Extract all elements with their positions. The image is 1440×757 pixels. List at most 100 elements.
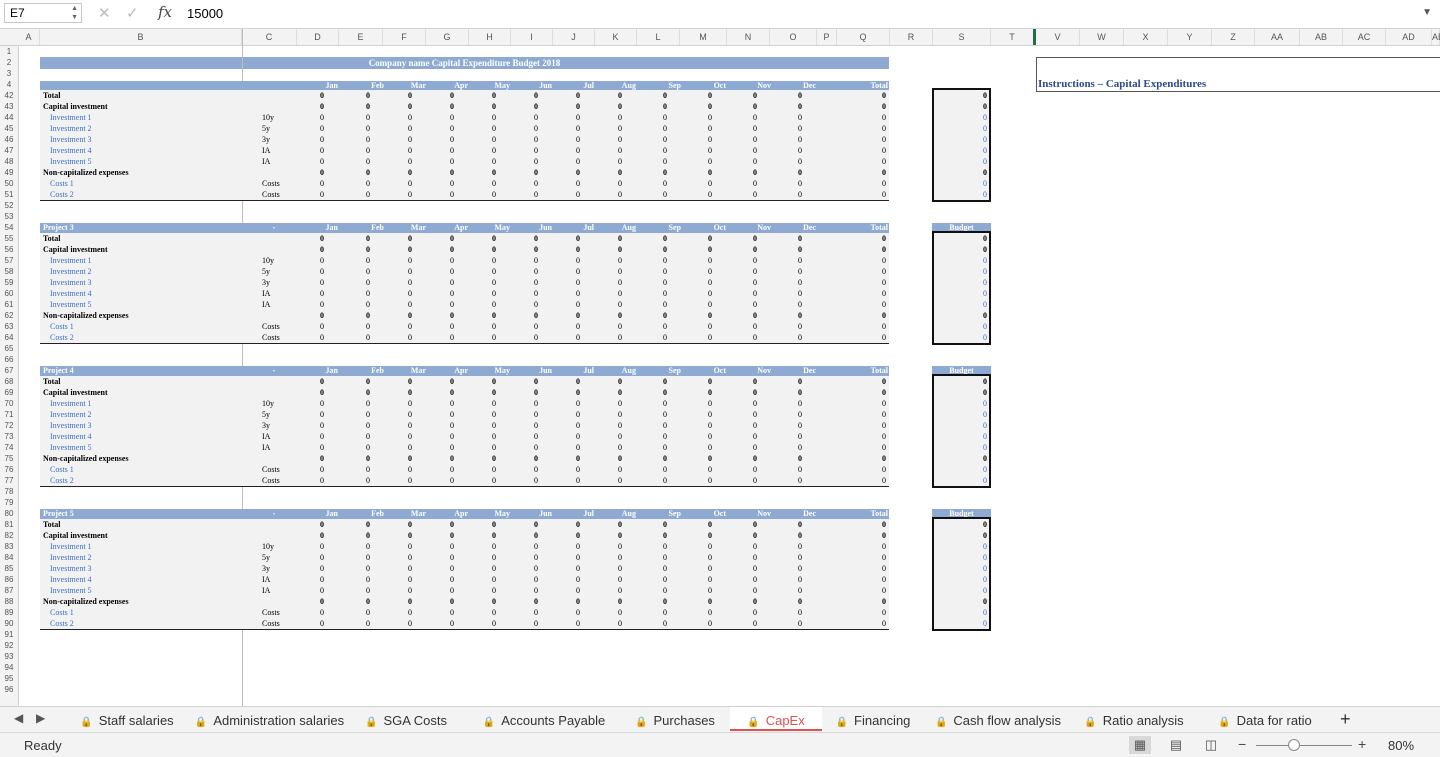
value-cell[interactable]: 0 xyxy=(386,288,412,299)
value-cell[interactable]: 0 xyxy=(470,618,496,629)
value-cell[interactable]: 0 xyxy=(386,530,412,541)
value-cell[interactable]: 0 xyxy=(428,332,454,343)
value-cell[interactable]: 0 xyxy=(386,387,412,398)
row-header[interactable]: 58 xyxy=(0,266,18,277)
value-cell[interactable]: 0 xyxy=(344,189,370,200)
row-header[interactable]: 83 xyxy=(0,541,18,552)
value-cell[interactable]: 0 xyxy=(512,530,538,541)
value-cell[interactable]: 0 xyxy=(512,519,538,530)
value-cell[interactable]: 0 xyxy=(298,607,324,618)
value-cell[interactable]: 0 xyxy=(554,134,580,145)
budget-value[interactable]: 0 xyxy=(932,277,987,288)
value-cell[interactable]: 0 xyxy=(512,409,538,420)
row-header[interactable]: 66 xyxy=(0,354,18,365)
value-cell[interactable]: 0 xyxy=(848,112,886,123)
value-cell[interactable]: 0 xyxy=(596,134,622,145)
depreciation-code[interactable]: 3y xyxy=(262,563,270,574)
budget-value[interactable]: 0 xyxy=(932,541,987,552)
value-cell[interactable]: 0 xyxy=(512,453,538,464)
value-cell[interactable]: 0 xyxy=(731,420,757,431)
value-cell[interactable]: 0 xyxy=(512,464,538,475)
value-cell[interactable]: 0 xyxy=(848,442,886,453)
value-cell[interactable]: 0 xyxy=(470,574,496,585)
row-header[interactable]: 1 xyxy=(0,46,18,57)
value-cell[interactable]: 0 xyxy=(298,123,324,134)
value-cell[interactable]: 0 xyxy=(386,442,412,453)
value-cell[interactable]: 0 xyxy=(641,585,667,596)
value-cell[interactable]: 0 xyxy=(386,574,412,585)
value-cell[interactable]: 0 xyxy=(344,541,370,552)
budget-value[interactable]: 0 xyxy=(932,464,987,475)
value-cell[interactable]: 0 xyxy=(848,563,886,574)
value-cell[interactable]: 0 xyxy=(298,387,324,398)
value-cell[interactable]: 0 xyxy=(470,134,496,145)
value-cell[interactable]: 0 xyxy=(641,618,667,629)
depreciation-code[interactable]: 3y xyxy=(262,420,270,431)
row-header[interactable]: 64 xyxy=(0,332,18,343)
row-header[interactable]: 59 xyxy=(0,277,18,288)
value-cell[interactable]: 0 xyxy=(298,431,324,442)
value-cell[interactable]: 0 xyxy=(776,387,802,398)
depreciation-code[interactable]: Costs xyxy=(262,464,280,475)
value-cell[interactable]: 0 xyxy=(596,277,622,288)
value-cell[interactable]: 0 xyxy=(776,145,802,156)
value-cell[interactable]: 0 xyxy=(344,310,370,321)
value-cell[interactable]: 0 xyxy=(731,255,757,266)
row-header[interactable]: 45 xyxy=(0,123,18,134)
value-cell[interactable]: 0 xyxy=(386,156,412,167)
value-cell[interactable]: 0 xyxy=(641,277,667,288)
value-cell[interactable]: 0 xyxy=(386,585,412,596)
budget-value[interactable]: 0 xyxy=(932,156,987,167)
value-cell[interactable]: 0 xyxy=(731,541,757,552)
row-header[interactable]: 4 xyxy=(0,79,18,90)
column-header-c[interactable]: C xyxy=(242,29,297,45)
value-cell[interactable]: 0 xyxy=(386,409,412,420)
value-cell[interactable]: 0 xyxy=(776,288,802,299)
value-cell[interactable]: 0 xyxy=(470,431,496,442)
depreciation-code[interactable]: 5y xyxy=(262,552,270,563)
value-cell[interactable]: 0 xyxy=(686,475,712,486)
value-cell[interactable]: 0 xyxy=(554,167,580,178)
value-cell[interactable]: 0 xyxy=(776,420,802,431)
value-cell[interactable]: 0 xyxy=(776,189,802,200)
value-cell[interactable]: 0 xyxy=(554,541,580,552)
value-cell[interactable]: 0 xyxy=(428,541,454,552)
value-cell[interactable]: 0 xyxy=(428,618,454,629)
confirm-icon[interactable]: ✓ xyxy=(126,4,139,22)
value-cell[interactable]: 0 xyxy=(554,277,580,288)
value-cell[interactable]: 0 xyxy=(686,618,712,629)
value-cell[interactable]: 0 xyxy=(776,519,802,530)
budget-value[interactable]: 0 xyxy=(932,475,987,486)
value-cell[interactable]: 0 xyxy=(298,475,324,486)
depreciation-code[interactable]: 5y xyxy=(262,123,270,134)
value-cell[interactable]: 0 xyxy=(554,607,580,618)
value-cell[interactable]: 0 xyxy=(344,299,370,310)
row-header[interactable]: 81 xyxy=(0,519,18,530)
value-cell[interactable]: 0 xyxy=(641,574,667,585)
value-cell[interactable]: 0 xyxy=(596,596,622,607)
value-cell[interactable]: 0 xyxy=(386,618,412,629)
value-cell[interactable]: 0 xyxy=(298,277,324,288)
value-cell[interactable]: 0 xyxy=(470,288,496,299)
value-cell[interactable]: 0 xyxy=(776,332,802,343)
row-header[interactable]: 82 xyxy=(0,530,18,541)
value-cell[interactable]: 0 xyxy=(686,244,712,255)
value-cell[interactable]: 0 xyxy=(298,420,324,431)
value-cell[interactable]: 0 xyxy=(470,464,496,475)
value-cell[interactable]: 0 xyxy=(731,90,757,101)
value-cell[interactable]: 0 xyxy=(470,398,496,409)
value-cell[interactable]: 0 xyxy=(641,442,667,453)
value-cell[interactable]: 0 xyxy=(641,387,667,398)
column-header-q[interactable]: Q xyxy=(837,29,890,45)
value-cell[interactable]: 0 xyxy=(686,266,712,277)
value-cell[interactable]: 0 xyxy=(428,145,454,156)
row-header[interactable]: 42 xyxy=(0,90,18,101)
name-box-stepper-icon[interactable]: ▲ ▼ xyxy=(71,4,78,22)
value-cell[interactable]: 0 xyxy=(776,530,802,541)
budget-value[interactable]: 0 xyxy=(932,596,987,607)
value-cell[interactable]: 0 xyxy=(298,574,324,585)
value-cell[interactable]: 0 xyxy=(641,167,667,178)
value-cell[interactable]: 0 xyxy=(686,464,712,475)
value-cell[interactable]: 0 xyxy=(512,101,538,112)
value-cell[interactable]: 0 xyxy=(428,420,454,431)
